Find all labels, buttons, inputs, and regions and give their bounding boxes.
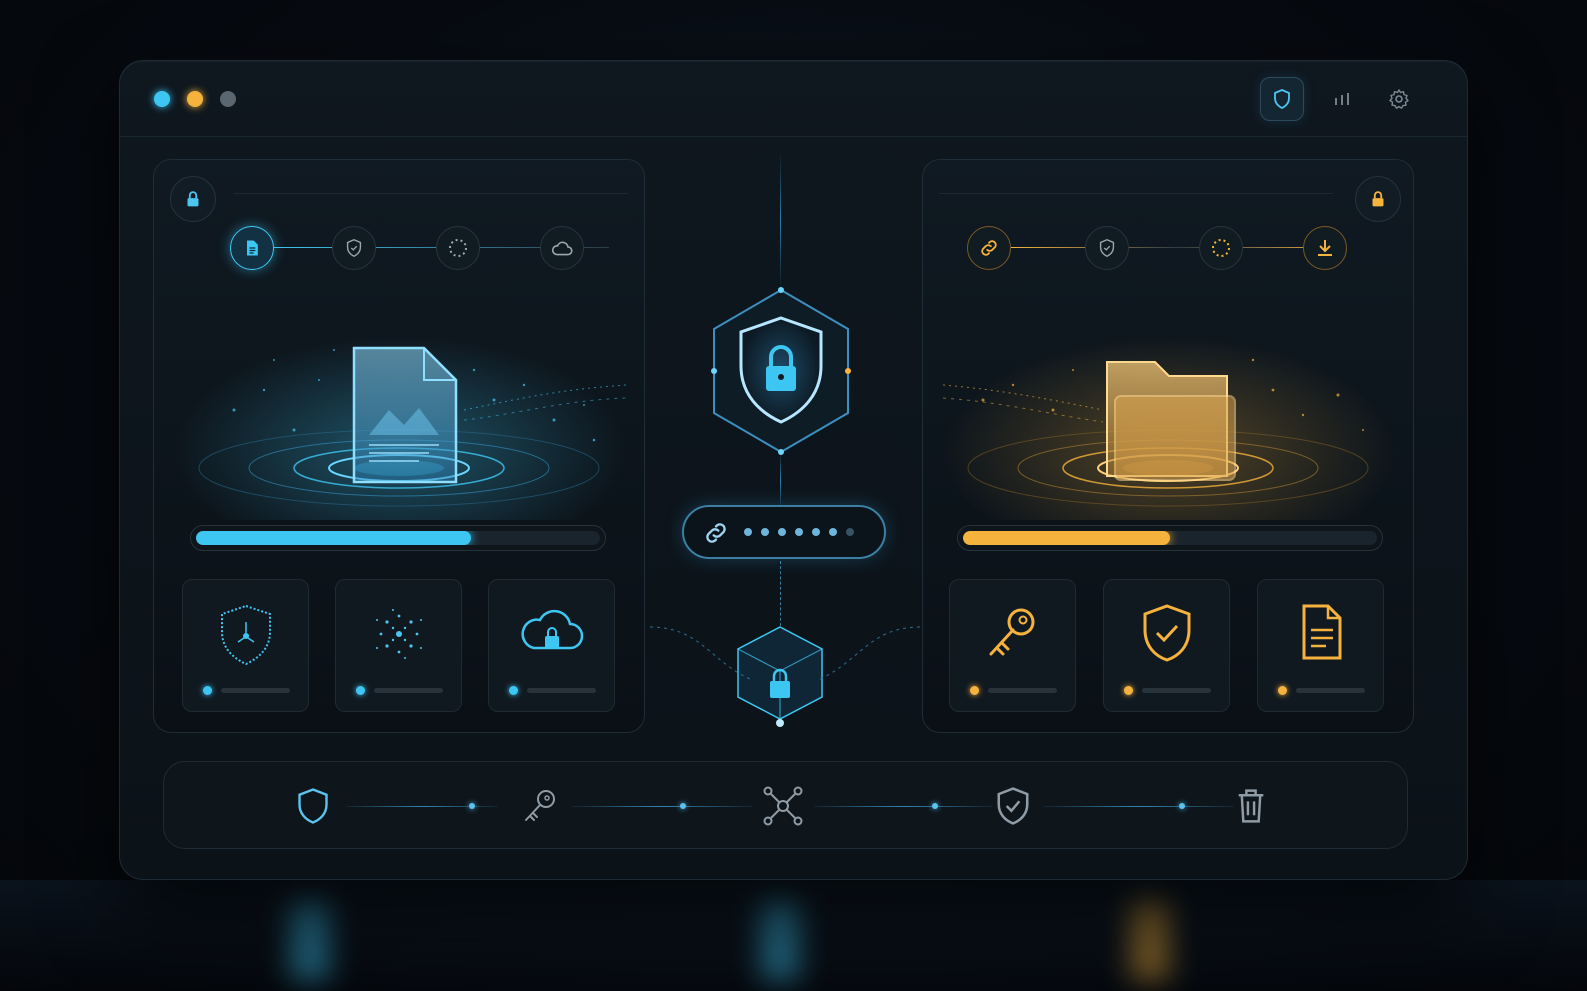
target-step-process[interactable] bbox=[1199, 226, 1243, 270]
target-tile-verified[interactable] bbox=[1103, 579, 1230, 712]
reflection-center bbox=[760, 900, 800, 980]
app-window bbox=[119, 60, 1468, 880]
gear-icon bbox=[1389, 89, 1409, 109]
source-step-process[interactable] bbox=[436, 226, 480, 270]
lock-icon bbox=[187, 191, 199, 207]
shield-check-icon bbox=[997, 787, 1029, 825]
lock-icon bbox=[1372, 191, 1384, 207]
source-hero bbox=[174, 290, 627, 520]
settings-toolbar-button[interactable] bbox=[1377, 77, 1421, 121]
target-progress-bar bbox=[957, 525, 1383, 551]
particle-sphere-icon bbox=[375, 609, 422, 659]
shield-check-icon bbox=[346, 239, 362, 258]
window-dot-amber[interactable] bbox=[187, 91, 203, 107]
bottom-network-button[interactable] bbox=[759, 782, 807, 830]
reflection-blue bbox=[290, 900, 330, 980]
shield-lock-icon[interactable] bbox=[708, 286, 854, 456]
shield-icon bbox=[298, 788, 328, 824]
source-lock-button[interactable] bbox=[170, 176, 216, 222]
link-icon bbox=[706, 523, 726, 543]
bar-chart-icon bbox=[1335, 93, 1349, 105]
source-panel bbox=[153, 159, 645, 733]
source-progress-fill bbox=[196, 531, 471, 545]
target-panel bbox=[922, 159, 1414, 733]
reflection-amber bbox=[1130, 900, 1170, 980]
password-dot bbox=[761, 528, 769, 536]
source-tile-particles[interactable] bbox=[335, 579, 462, 712]
target-lock-button[interactable] bbox=[1355, 176, 1401, 222]
document-icon bbox=[247, 240, 258, 256]
vault-links bbox=[649, 626, 921, 680]
target-step-verify[interactable] bbox=[1085, 226, 1129, 270]
bottom-shield-button[interactable] bbox=[289, 782, 337, 830]
circuit-shield-icon bbox=[220, 604, 271, 666]
download-icon bbox=[1318, 240, 1332, 256]
cloud-icon bbox=[551, 241, 573, 256]
source-step-verify[interactable] bbox=[332, 226, 376, 270]
key-icon bbox=[989, 608, 1034, 656]
divider bbox=[939, 193, 1333, 194]
source-tile-security[interactable] bbox=[182, 579, 309, 712]
target-hero bbox=[942, 290, 1395, 520]
source-step-document[interactable] bbox=[230, 226, 274, 270]
password-dot bbox=[829, 528, 837, 536]
source-tile-cloud-lock[interactable] bbox=[488, 579, 615, 712]
stats-toolbar-button[interactable] bbox=[1320, 77, 1364, 121]
target-step-track bbox=[1011, 247, 1346, 248]
bottom-action-bar bbox=[163, 761, 1408, 849]
password-dot bbox=[812, 528, 820, 536]
folder-icon bbox=[942, 290, 1395, 520]
source-step-cloud[interactable] bbox=[540, 226, 584, 270]
bottom-verify-button[interactable] bbox=[989, 782, 1037, 830]
window-dot-gray[interactable] bbox=[220, 91, 236, 107]
key-icon bbox=[525, 790, 555, 821]
document-image-icon bbox=[174, 290, 627, 520]
divider bbox=[234, 193, 628, 194]
shield-icon bbox=[1274, 89, 1290, 110]
password-mask bbox=[744, 528, 854, 536]
target-tile-document[interactable] bbox=[1257, 579, 1384, 712]
cloud-lock-icon bbox=[521, 609, 583, 650]
bottom-delete-button[interactable] bbox=[1227, 782, 1275, 830]
target-step-download[interactable] bbox=[1303, 226, 1347, 270]
shield-check-icon bbox=[1099, 239, 1115, 258]
window-dot-cyan[interactable] bbox=[154, 91, 170, 107]
trash-icon bbox=[1238, 789, 1264, 823]
loading-ring-icon bbox=[1212, 239, 1230, 257]
password-dot bbox=[795, 528, 803, 536]
source-progress-bar bbox=[190, 525, 606, 551]
network-icon bbox=[763, 786, 803, 826]
shield-toolbar-button[interactable] bbox=[1260, 77, 1304, 121]
target-step-link[interactable] bbox=[967, 226, 1011, 270]
password-dot bbox=[778, 528, 786, 536]
title-bar bbox=[120, 61, 1467, 137]
target-progress-fill bbox=[963, 531, 1170, 545]
document-lines-icon bbox=[1302, 604, 1341, 660]
password-dot bbox=[846, 528, 854, 536]
link-icon bbox=[981, 240, 997, 256]
loading-ring-icon bbox=[449, 239, 467, 257]
password-dot bbox=[744, 528, 752, 536]
shield-check-icon bbox=[1143, 604, 1190, 662]
target-tile-key[interactable] bbox=[949, 579, 1076, 712]
password-field[interactable] bbox=[682, 505, 886, 559]
bottom-key-button[interactable] bbox=[516, 782, 564, 830]
